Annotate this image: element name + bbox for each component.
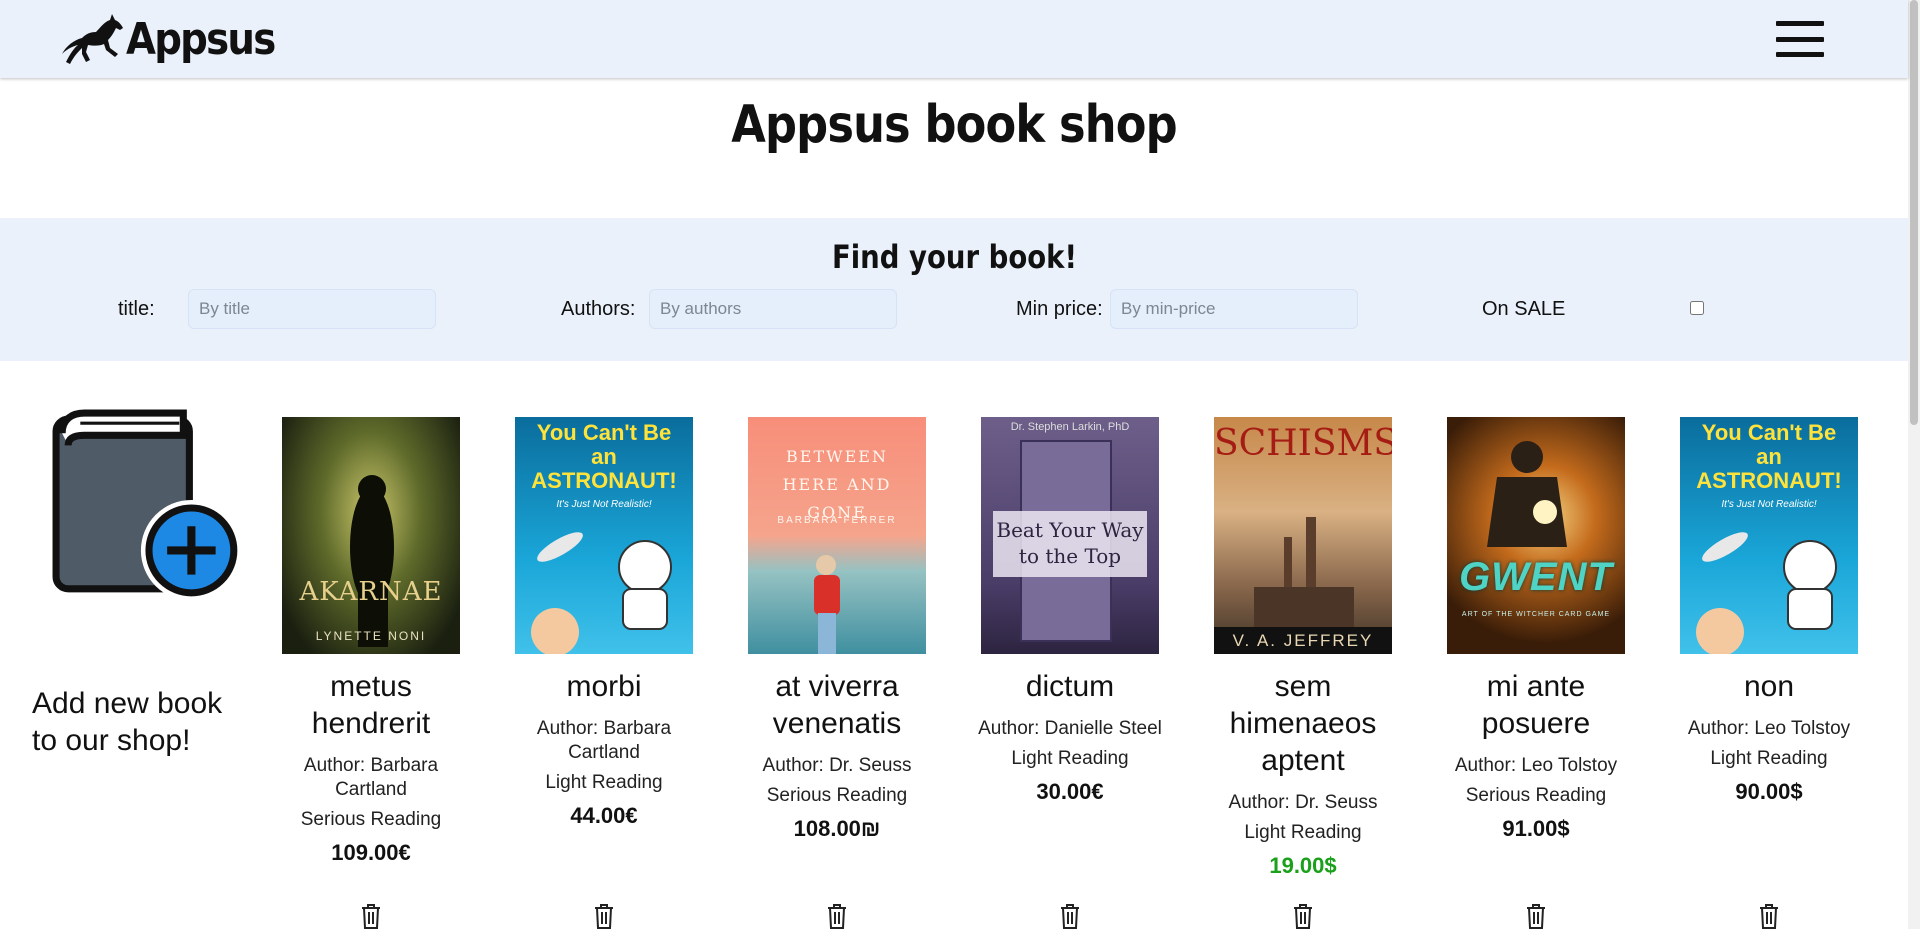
title-filter-label: title:	[118, 298, 155, 320]
book-card[interactable]: AKARNAE LYNETTE NONI metus hendrerit Aut…	[271, 417, 471, 866]
book-author: Author: Barbara Cartland	[536, 718, 672, 763]
witcher-image	[1487, 441, 1567, 547]
book-cover[interactable]: GWENT ART OF THE WITCHER CARD GAME	[1447, 417, 1625, 654]
cover-title: AKARNAE	[299, 577, 443, 607]
book-title: mi ante posuere	[1481, 670, 1591, 740]
book-category: Light Reading	[1011, 748, 1129, 769]
horse-icon	[62, 14, 123, 64]
trash-icon[interactable]	[825, 903, 849, 929]
book-author: Author: Danielle Steel	[978, 718, 1162, 739]
page-title: Appsus book shop	[731, 95, 1177, 155]
book-title: non	[1743, 670, 1795, 703]
astronaut-image	[1696, 532, 1837, 654]
book-title: metus hendrerit	[311, 670, 431, 740]
cover-author: V. A. JEFFREY	[1214, 627, 1392, 654]
book-price: 109.00€	[331, 840, 411, 865]
scrollbar-thumb[interactable]	[1910, 0, 1918, 425]
book-title: sem himenaeos aptent	[1229, 670, 1377, 777]
cover-title: GWENT	[1459, 555, 1613, 599]
book-category: Light Reading	[1710, 748, 1828, 769]
book-category: Light Reading	[1244, 822, 1362, 843]
app-header: Appsus	[0, 0, 1908, 78]
book-author: Author: Leo Tolstoy	[1687, 718, 1851, 739]
book-price: 44.00€	[570, 803, 638, 828]
book-cover[interactable]: AKARNAE LYNETTE NONI	[282, 417, 460, 654]
book-cover[interactable]: Dr. Stephen Larkin, PhD Beat Your Way to…	[981, 417, 1159, 654]
trash-icon[interactable]	[1058, 903, 1082, 929]
book-author: Author: Dr. Seuss	[1228, 792, 1378, 813]
cover-author: LYNETTE NONI	[315, 629, 427, 643]
astronaut-image	[531, 532, 672, 654]
sale-filter-checkbox[interactable]	[1690, 301, 1704, 315]
book-title: morbi	[566, 670, 642, 703]
trash-icon[interactable]	[592, 903, 616, 929]
book-author: Author: Leo Tolstoy	[1454, 755, 1618, 776]
cover-subtitle: ART OF THE WITCHER CARD GAME	[1461, 611, 1611, 618]
book-filter: Find your book! title: Authors: Min pric…	[0, 218, 1908, 361]
authors-filter-input[interactable]	[649, 289, 897, 329]
book-author: Author: Barbara Cartland	[303, 755, 439, 800]
woman-image	[814, 555, 840, 654]
page-scrollbar[interactable]	[1908, 0, 1920, 929]
trash-icon[interactable]	[1524, 903, 1548, 929]
price-filter-label: Min price:	[1016, 298, 1103, 320]
book-title: dictum	[1025, 670, 1115, 703]
book-cover[interactable]: SCHISMS V. A. JEFFREY	[1214, 417, 1392, 654]
app-logo[interactable]: Appsus	[60, 12, 295, 66]
book-card[interactable]: You Can't Be an ASTRONAUT! It's Just Not…	[504, 417, 704, 829]
add-book-label: Add new book to our shop!	[32, 687, 223, 757]
sale-filter-label: On SALE	[1482, 298, 1566, 320]
trash-icon[interactable]	[359, 903, 383, 929]
title-filter-input[interactable]	[188, 289, 436, 329]
book-card[interactable]: GWENT ART OF THE WITCHER CARD GAME mi an…	[1436, 417, 1636, 842]
book-author: Author: Dr. Seuss	[762, 755, 912, 776]
book-card[interactable]: You Can't Be an ASTRONAUT! It's Just Not…	[1669, 417, 1869, 805]
book-price: 90.00$	[1735, 779, 1803, 804]
authors-filter-label: Authors:	[561, 298, 636, 320]
book-cover[interactable]: BETWEEN HERE AND GONE BARBARA FERRER	[748, 417, 926, 654]
book-price: 19.00$	[1269, 853, 1337, 878]
book-price: 108.00₪	[793, 816, 881, 841]
book-card[interactable]: SCHISMS V. A. JEFFREY sem himenaeos apte…	[1203, 417, 1403, 879]
book-card[interactable]: Dr. Stephen Larkin, PhD Beat Your Way to…	[970, 417, 1170, 805]
logo-text: Appsus	[126, 13, 276, 65]
book-card[interactable]: BETWEEN HERE AND GONE BARBARA FERRER at …	[737, 417, 937, 842]
book-title: at viverra venenatis	[772, 670, 902, 740]
book-cover[interactable]: You Can't Be an ASTRONAUT! It's Just Not…	[1680, 417, 1858, 654]
book-category: Serious Reading	[1465, 785, 1607, 806]
book-category: Serious Reading	[300, 809, 442, 830]
trash-icon[interactable]	[1291, 903, 1315, 929]
filter-heading: Find your book!	[831, 238, 1077, 276]
city-image	[1254, 517, 1354, 627]
trash-icon[interactable]	[1757, 903, 1781, 929]
add-book-icon[interactable]	[50, 405, 252, 607]
cover-title: Beat Your Way to the Top	[996, 518, 1144, 568]
book-cover[interactable]: You Can't Be an ASTRONAUT! It's Just Not…	[515, 417, 693, 654]
price-filter-input[interactable]	[1110, 289, 1358, 329]
book-price: 91.00$	[1502, 816, 1570, 841]
hamburger-icon[interactable]	[1776, 21, 1824, 57]
book-category: Light Reading	[545, 772, 663, 793]
silhouette-image	[350, 475, 394, 647]
book-category: Serious Reading	[766, 785, 908, 806]
book-price: 30.00€	[1036, 779, 1104, 804]
